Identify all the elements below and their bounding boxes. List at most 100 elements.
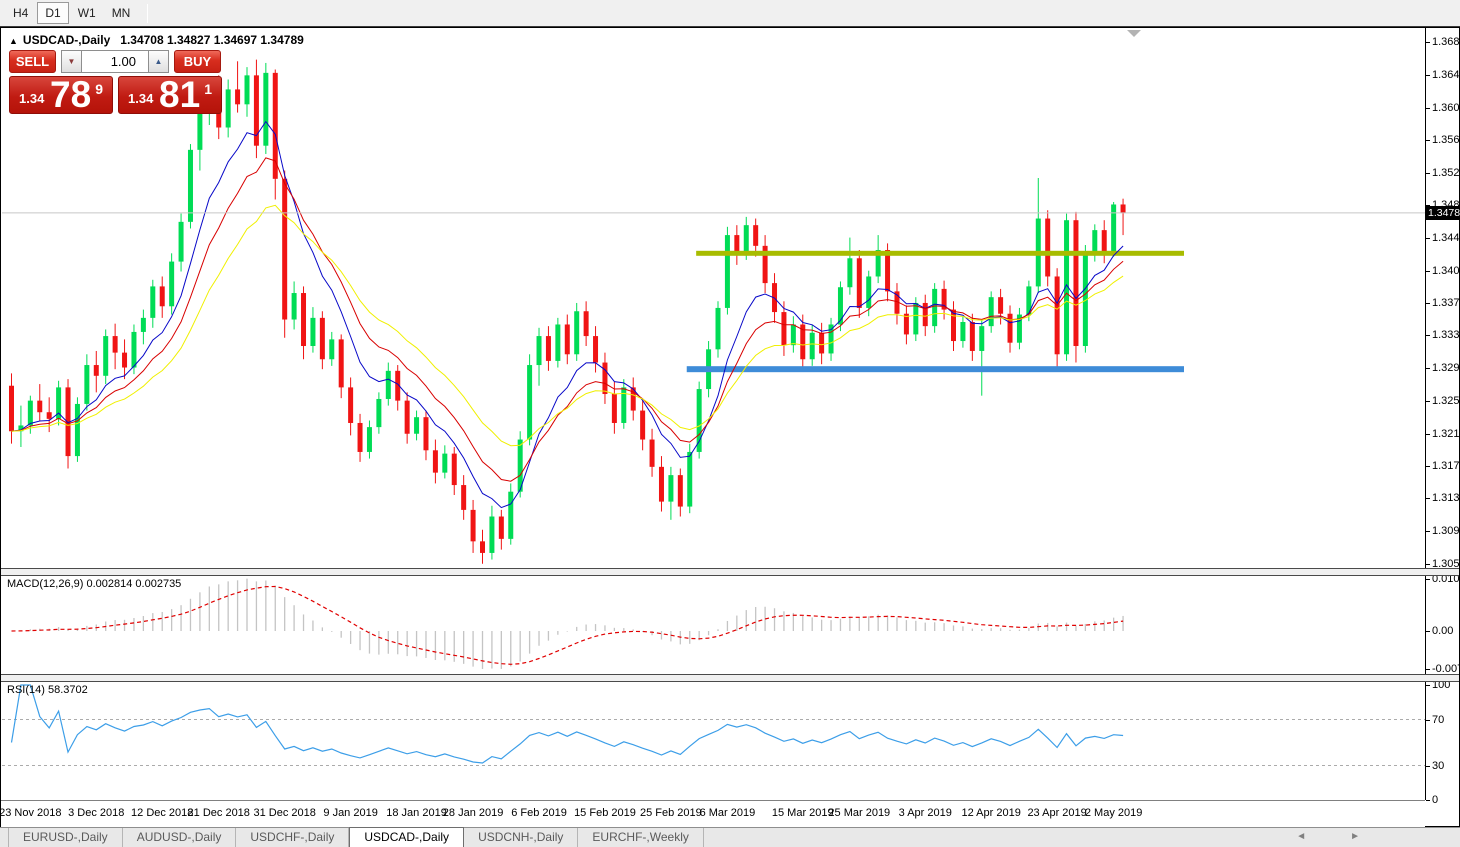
symbol-tab-usdcad-daily[interactable]: USDCAD-,Daily <box>349 827 464 847</box>
price-axis: 1.34789 1.36850 1.36460 1.36060 1.35670 1.35… <box>1425 28 1459 800</box>
chart-title: ▲ USDCAD-,Daily 1.34708 1.34827 1.34697 1.… <box>9 33 304 47</box>
symbol-tab-usdchf-daily[interactable]: USDCHF-,Daily <box>236 828 349 847</box>
time-axis-label: 15 Feb 2019 <box>574 807 636 819</box>
buy-price-display[interactable]: 1.34 81 1 <box>118 76 222 114</box>
time-axis-label: 15 Mar 2019 <box>772 807 834 819</box>
horizontal-ray[interactable] <box>696 251 1184 256</box>
time-axis-label: 25 Mar 2019 <box>828 807 890 819</box>
axis-tick-mark <box>1426 303 1430 304</box>
axis-tick-label: 1.34090 <box>1432 265 1460 277</box>
axis-tick-mark <box>1426 108 1430 109</box>
axis-tick-mark <box>1426 579 1430 580</box>
horizontal-ray[interactable] <box>687 366 1184 372</box>
axis-tick-label: 1.31730 <box>1432 460 1460 472</box>
time-axis-label: 28 Jan 2019 <box>443 807 504 819</box>
axis-tick-label: 1.30940 <box>1432 525 1460 537</box>
timeframe-tab-w1[interactable]: W1 <box>71 3 103 23</box>
pane-splitter[interactable] <box>1 674 1459 682</box>
collapse-panel-icon[interactable]: ▲ <box>9 36 18 46</box>
time-axis-label: 23 Nov 2018 <box>0 807 62 819</box>
axis-tick-mark <box>1426 766 1430 767</box>
time-axis-label: 23 Apr 2019 <box>1027 807 1086 819</box>
axis-tick-mark <box>1426 434 1430 435</box>
chart-shift-marker-icon[interactable] <box>1127 30 1141 37</box>
rsi-label: RSI(14) 58.3702 <box>7 684 88 696</box>
axis-tick-mark <box>1426 631 1430 632</box>
axis-tick-mark <box>1426 238 1430 239</box>
time-axis-label: 6 Mar 2019 <box>700 807 756 819</box>
axis-tick-mark <box>1426 669 1430 670</box>
time-axis-label: 18 Jan 2019 <box>386 807 447 819</box>
axis-tick-mark <box>1426 75 1430 76</box>
macd-values: 0.002814 0.002735 <box>86 578 181 590</box>
chart-area: ▲ USDCAD-,Daily 1.34708 1.34827 1.34697 1.… <box>0 27 1460 827</box>
time-axis-label: 25 Feb 2019 <box>640 807 702 819</box>
axis-tick-label: 70 <box>1432 714 1444 726</box>
axis-tick-label: 1.34490 <box>1432 232 1460 244</box>
axis-tick-label: 1.36850 <box>1432 36 1460 48</box>
sell-price-prefix: 1.34 <box>19 91 44 106</box>
timeframe-tab-mn[interactable]: MN <box>105 3 138 23</box>
axis-tick-mark <box>1426 531 1430 532</box>
timeframe-tab-d1[interactable]: D1 <box>37 2 68 24</box>
one-click-trade-panel: SELL ▼ ▲ BUY 1.34 78 9 1.34 81 1 <box>9 50 223 114</box>
axis-tick-mark <box>1426 401 1430 402</box>
symbol-tab-usdcnh-daily[interactable]: USDCNH-,Daily <box>464 828 578 847</box>
up-triangle-icon: ▲ <box>155 57 163 66</box>
chart-ohlc-values: 1.34708 1.34827 1.34697 1.34789 <box>120 33 304 47</box>
axis-tick-label: 1.32910 <box>1432 362 1460 374</box>
axis-tick-label: 1.35270 <box>1432 167 1460 179</box>
axis-tick-label: 0 <box>1432 794 1438 806</box>
axis-tick-label: 30 <box>1432 760 1444 772</box>
time-axis-label: 9 Jan 2019 <box>323 807 377 819</box>
axis-tick-label: 0.00 <box>1432 625 1453 637</box>
time-axis-label: 3 Apr 2019 <box>899 807 952 819</box>
axis-tick-mark <box>1426 564 1430 565</box>
axis-tick-mark <box>1426 335 1430 336</box>
symbol-tab-eurchf-weekly[interactable]: EURCHF-,Weekly <box>578 828 703 847</box>
volume-decrement-button[interactable]: ▼ <box>61 50 82 73</box>
buy-price-pip: 1 <box>204 81 212 97</box>
time-axis-label: 3 Dec 2018 <box>68 807 124 819</box>
axis-tick-label: 1.31340 <box>1432 492 1460 504</box>
time-axis-label: 12 Dec 2018 <box>131 807 193 819</box>
volume-increment-button[interactable]: ▲ <box>148 50 169 73</box>
axis-tick-mark <box>1426 368 1430 369</box>
axis-tick-label: 1.36460 <box>1432 69 1460 81</box>
axis-tick-label: 1.36060 <box>1432 102 1460 114</box>
down-triangle-icon: ▼ <box>68 57 76 66</box>
axis-tick-mark <box>1426 685 1430 686</box>
time-axis-label: 12 Apr 2019 <box>962 807 1021 819</box>
time-axis-label: 6 Feb 2019 <box>511 807 567 819</box>
time-axis-label: 21 Dec 2018 <box>188 807 250 819</box>
timeframe-tab-h4[interactable]: H4 <box>6 3 35 23</box>
tab-scroll-left-button[interactable]: ◄ <box>1296 831 1306 842</box>
axis-tick-mark <box>1426 498 1430 499</box>
axis-tick-mark <box>1426 140 1430 141</box>
volume-input[interactable] <box>82 50 148 73</box>
chart-symbol-label: USDCAD-,Daily <box>23 33 110 47</box>
axis-tick-mark <box>1426 466 1430 467</box>
axis-tick-label: 1.35670 <box>1432 134 1460 146</box>
price-chart-canvas[interactable] <box>1 28 1425 838</box>
tab-scroll-right-button[interactable]: ► <box>1350 831 1360 842</box>
axis-tick-mark <box>1426 42 1430 43</box>
axis-tick-mark <box>1426 800 1430 801</box>
time-axis-label: 31 Dec 2018 <box>253 807 315 819</box>
axis-tick-label: 1.32520 <box>1432 395 1460 407</box>
sell-price-display[interactable]: 1.34 78 9 <box>9 76 113 114</box>
sell-price-main: 78 <box>50 76 91 113</box>
symbol-tab-bar: EURUSD-,DailyAUDUSD-,DailyUSDCHF-,DailyU… <box>0 827 1460 847</box>
buy-button[interactable]: BUY <box>174 50 221 73</box>
symbol-tab-eurusd-daily[interactable]: EURUSD-,Daily <box>8 828 123 847</box>
buy-price-main: 81 <box>159 76 200 113</box>
symbol-tab-audusd-daily[interactable]: AUDUSD-,Daily <box>123 828 237 847</box>
rsi-value: 58.3702 <box>48 684 88 696</box>
pane-splitter[interactable] <box>1 568 1459 576</box>
axis-tick-label: 1.33700 <box>1432 297 1460 309</box>
axis-tick-mark <box>1426 271 1430 272</box>
sell-button[interactable]: SELL <box>9 50 56 73</box>
time-axis: 23 Nov 2018 3 Dec 2018 12 Dec 201821 Dec 2… <box>1 801 1425 827</box>
time-axis-label: 2 May 2019 <box>1085 807 1142 819</box>
current-price-tag: 1.34789 <box>1426 206 1460 220</box>
